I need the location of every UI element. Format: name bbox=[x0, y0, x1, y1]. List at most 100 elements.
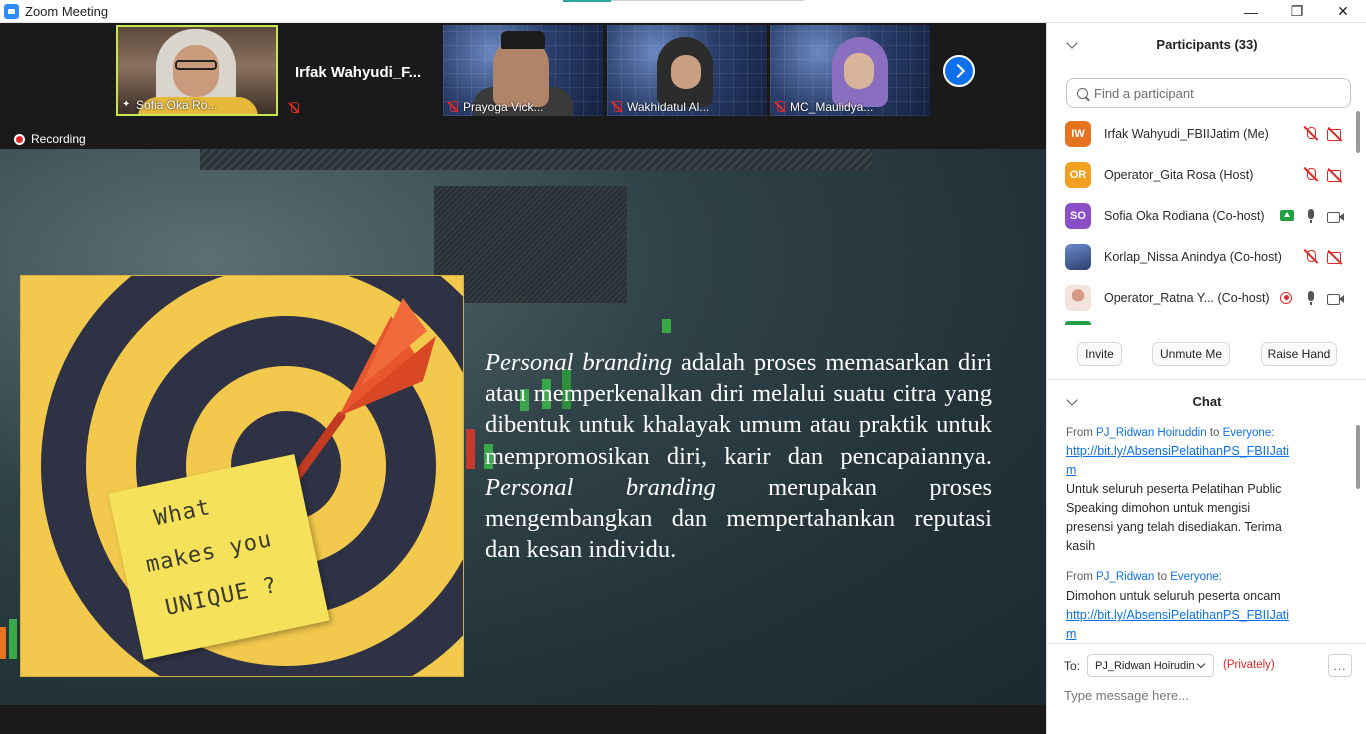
recipient-select[interactable]: PJ_Ridwan Hoirudin bbox=[1087, 654, 1214, 677]
video-strip: ✦ Sofia Oka Ro... Irfak Wahyudi_F... Pra… bbox=[0, 23, 1046, 118]
scrollbar-thumb[interactable] bbox=[1356, 111, 1360, 153]
chat-link[interactable]: http://bit.ly/AbsensiPelatihanPS_FBIIJat… bbox=[1066, 608, 1289, 622]
zoom-app-icon bbox=[4, 3, 19, 19]
mic-muted-icon[interactable] bbox=[1302, 126, 1320, 142]
chat-message-header: From PJ_Ridwan to Everyone: bbox=[1066, 571, 1222, 583]
avatar-image bbox=[1065, 243, 1091, 270]
bar bbox=[0, 627, 6, 659]
video-tile-label bbox=[288, 102, 300, 114]
mic-muted-icon[interactable] bbox=[1302, 249, 1320, 265]
slide-em-2: Personal branding bbox=[485, 473, 716, 501]
minimize-button[interactable]: — bbox=[1228, 0, 1274, 23]
video-tile-label: Wakhidatul Al... bbox=[611, 100, 709, 114]
next-page-button[interactable] bbox=[943, 55, 975, 87]
title-accent bbox=[563, 0, 611, 2]
meeting-area: ✦ Sofia Oka Ro... Irfak Wahyudi_F... Pra… bbox=[0, 23, 1046, 734]
video-tile-name: Prayoga Vick... bbox=[463, 100, 544, 114]
side-panel: Participants (33) IW Irfak Wahyudi_FBIIJ… bbox=[1046, 23, 1366, 734]
slide-decor-stripe bbox=[200, 149, 872, 170]
search-icon bbox=[1077, 87, 1088, 99]
video-tile-name: Irfak Wahyudi_F... bbox=[295, 64, 422, 81]
slide-decor-bars bbox=[0, 609, 22, 689]
recording-indicator[interactable]: Recording bbox=[14, 132, 86, 146]
bottom-bar bbox=[0, 705, 1046, 734]
chat-header: Chat bbox=[1047, 383, 1366, 421]
face bbox=[173, 45, 219, 97]
video-tile-prayoga[interactable]: Prayoga Vick... bbox=[443, 25, 603, 116]
screen-share-icon bbox=[1280, 210, 1294, 221]
face bbox=[671, 55, 701, 89]
restore-button[interactable]: ❐ bbox=[1274, 0, 1320, 23]
chevron-down-icon bbox=[1196, 659, 1206, 669]
mic-muted-icon[interactable] bbox=[1302, 167, 1320, 183]
video-tile-mc[interactable]: MC_Maulidya... bbox=[770, 25, 930, 116]
candle bbox=[662, 319, 671, 333]
recording-label: Recording bbox=[31, 132, 86, 146]
participants-scrollbar[interactable] bbox=[1355, 111, 1361, 326]
slide-image-target: What makes you UNIQUE ? bbox=[20, 275, 464, 677]
participant-row[interactable]: SO Sofia Oka Rodiana (Co-host) bbox=[1047, 195, 1355, 236]
note-line-1: What bbox=[152, 494, 214, 532]
chat-link[interactable]: m bbox=[1066, 627, 1076, 641]
recipient-value: PJ_Ridwan Hoirudin bbox=[1095, 659, 1195, 672]
chat-recipient[interactable]: Everyone: bbox=[1170, 571, 1222, 583]
glasses bbox=[175, 60, 217, 70]
chat-sender[interactable]: PJ_Ridwan Hoiruddin bbox=[1096, 427, 1207, 439]
chat-link[interactable]: http://bit.ly/AbsensiPelatihanPS_FBIIJat… bbox=[1066, 444, 1289, 458]
chat-scrollbar[interactable] bbox=[1355, 423, 1361, 638]
mic-icon[interactable] bbox=[1302, 290, 1320, 306]
participant-actions: Invite Unmute Me Raise Hand bbox=[1047, 342, 1366, 366]
video-tile-name: Wakhidatul Al... bbox=[627, 100, 710, 114]
from-label: From bbox=[1066, 427, 1093, 439]
chat-recipient[interactable]: Everyone: bbox=[1223, 427, 1275, 439]
participant-row[interactable]: OR Operator_Gita Rosa (Host) bbox=[1047, 154, 1355, 195]
to-word: to bbox=[1157, 571, 1168, 583]
chat-text: Untuk seluruh peserta Pelatihan Public bbox=[1066, 482, 1282, 496]
recording-dot-icon bbox=[14, 133, 25, 145]
video-muted-icon[interactable] bbox=[1326, 167, 1344, 183]
participant-row[interactable]: Korlap_Nissa Anindya (Co-host) bbox=[1047, 236, 1355, 277]
participant-search[interactable] bbox=[1066, 78, 1351, 108]
video-tile-wakhidatul[interactable]: Wakhidatul Al... bbox=[607, 25, 767, 116]
chat-link[interactable]: m bbox=[1066, 463, 1076, 477]
video-tile-irfak[interactable]: Irfak Wahyudi_F... bbox=[284, 25, 440, 116]
video-icon[interactable] bbox=[1326, 208, 1344, 224]
unmute-me-button[interactable]: Unmute Me bbox=[1152, 342, 1230, 366]
participant-name: Operator_Gita Rosa (Host) bbox=[1104, 167, 1254, 182]
chat-message-input[interactable] bbox=[1064, 684, 1354, 706]
to-word: to bbox=[1209, 427, 1220, 439]
chat-recipient-row: To: PJ_Ridwan Hoirudin (Privately) ... bbox=[1047, 653, 1366, 679]
privately-label: (Privately) bbox=[1223, 659, 1275, 671]
participant-search-input[interactable] bbox=[1094, 85, 1334, 101]
slide-em-1: Personal branding bbox=[485, 349, 673, 376]
invite-button[interactable]: Invite bbox=[1077, 342, 1122, 366]
video-tile-label: ✦ Sofia Oka Ro... bbox=[122, 98, 217, 112]
participant-name: Korlap_Nissa Anindya (Co-host) bbox=[1104, 249, 1282, 264]
mic-icon[interactable] bbox=[1302, 208, 1320, 224]
chat-more-button[interactable]: ... bbox=[1328, 654, 1352, 677]
participant-name: Irfak Wahyudi_FBIIJatim (Me) bbox=[1104, 126, 1269, 141]
video-tile-sofia[interactable]: ✦ Sofia Oka Ro... bbox=[116, 25, 278, 116]
video-muted-icon[interactable] bbox=[1326, 126, 1344, 142]
avatar: SO bbox=[1065, 202, 1091, 229]
slide-paragraph: Personal branding adalah proses memasark… bbox=[485, 347, 992, 565]
participant-row[interactable]: IW Irfak Wahyudi_FBIIJatim (Me) bbox=[1047, 113, 1355, 154]
scrollbar-thumb[interactable] bbox=[1356, 425, 1360, 489]
mic-muted-icon bbox=[611, 101, 623, 113]
video-tile-label: MC_Maulidya... bbox=[774, 100, 873, 114]
participants-title: Participants (33) bbox=[1156, 37, 1258, 52]
mic-muted-icon bbox=[447, 101, 459, 113]
participant-name: Sofia Oka Rodiana (Co-host) bbox=[1104, 208, 1265, 223]
note-line-2: makes you bbox=[143, 526, 275, 579]
close-button[interactable]: ✕ bbox=[1320, 0, 1366, 23]
face bbox=[844, 53, 874, 89]
video-muted-icon[interactable] bbox=[1326, 249, 1344, 265]
chat-sender[interactable]: PJ_Ridwan bbox=[1096, 571, 1154, 583]
to-label: To: bbox=[1064, 659, 1081, 673]
participant-row[interactable]: Operator_Ratna Y... (Co-host) bbox=[1047, 277, 1355, 318]
video-icon[interactable] bbox=[1326, 290, 1344, 306]
raise-hand-button[interactable]: Raise Hand bbox=[1261, 342, 1337, 366]
chat-title: Chat bbox=[1192, 394, 1222, 409]
participant-list: IW Irfak Wahyudi_FBIIJatim (Me) OR Opera… bbox=[1047, 113, 1355, 325]
pin-icon: ✦ bbox=[122, 99, 131, 110]
